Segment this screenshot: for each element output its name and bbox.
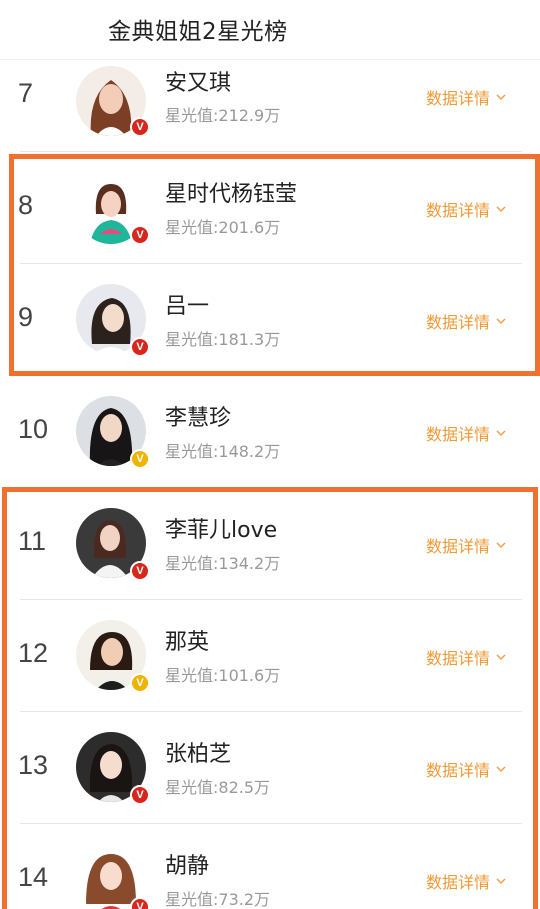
verified-badge-icon: V [130,337,150,357]
data-detail-link[interactable]: 数据详情 [426,421,506,445]
chevron-down-icon [496,654,506,660]
data-detail-link[interactable]: 数据详情 [426,645,506,669]
data-detail-label: 数据详情 [426,761,491,780]
data-detail-label: 数据详情 [426,89,491,108]
chevron-down-icon [496,878,506,884]
chevron-down-icon [496,766,506,772]
chevron-down-icon [496,94,506,100]
celebrity-name[interactable]: 李慧珍 [165,400,231,432]
rank-number: 13 [18,750,49,780]
verified-badge-icon: V [130,897,150,909]
rank-number: 12 [18,638,49,668]
celebrity-name[interactable]: 吕一 [165,288,209,320]
celebrity-name[interactable]: 张柏芝 [165,736,231,768]
data-detail-link[interactable]: 数据详情 [426,85,506,109]
rank-number: 14 [18,862,49,892]
verified-badge-icon: V [130,561,150,581]
rank-number: 8 [18,190,34,220]
verified-badge-icon: V [130,225,150,245]
ranking-row[interactable]: 9 V 吕一 星光值:181.3万 数据详情 [0,264,540,376]
ranking-row[interactable]: 11 V 李菲儿love 星光值:134.2万 数据详情 [0,488,540,600]
rank-number: 10 [18,414,49,444]
ranking-row[interactable]: 13 V 张柏芝 星光值:82.5万 数据详情 [0,712,540,824]
star-value: 星光值:148.2万 [165,442,281,461]
celebrity-name[interactable]: 安又琪 [165,65,231,97]
data-detail-link[interactable]: 数据详情 [426,533,506,557]
data-detail-link[interactable]: 数据详情 [426,869,506,893]
celebrity-name[interactable]: 胡静 [165,848,209,880]
star-value: 星光值:73.2万 [165,890,271,909]
star-value: 星光值:134.2万 [165,554,281,573]
rank-number: 11 [18,526,47,556]
celebrity-name[interactable]: 那英 [165,624,209,656]
star-value: 星光值:82.5万 [165,778,271,797]
ranking-row[interactable]: 12 V 那英 星光值:101.6万 数据详情 [0,600,540,712]
data-detail-link[interactable]: 数据详情 [426,309,506,333]
verified-badge-icon: V [130,785,150,805]
verified-badge-icon: V [130,449,150,469]
data-detail-label: 数据详情 [426,425,491,444]
rank-number: 9 [18,302,34,332]
ranking-row[interactable]: 8 V 星时代杨钰莹 星光值:201.6万 数据详情 [0,152,540,264]
data-detail-link[interactable]: 数据详情 [426,757,506,781]
data-detail-label: 数据详情 [426,873,491,892]
star-value: 星光值:212.9万 [165,106,281,125]
data-detail-label: 数据详情 [426,313,491,332]
page-title: 金典姐姐2星光榜 [108,19,288,45]
chevron-down-icon [496,318,506,324]
data-detail-label: 数据详情 [426,201,491,220]
rank-number: 7 [18,78,34,108]
celebrity-name[interactable]: 李菲儿love [165,512,277,544]
page-header: 金典姐姐2星光榜 [0,0,540,60]
verified-badge-icon: V [130,117,150,137]
chevron-down-icon [496,542,506,548]
verified-badge-icon: V [130,673,150,693]
star-value: 星光值:101.6万 [165,666,281,685]
chevron-down-icon [496,206,506,212]
ranking-row[interactable]: 10 V 李慧珍 星光值:148.2万 数据详情 [0,376,540,488]
star-value: 星光值:181.3万 [165,330,281,349]
data-detail-link[interactable]: 数据详情 [426,197,506,221]
star-value: 星光值:201.6万 [165,218,281,237]
data-detail-label: 数据详情 [426,537,491,556]
ranking-row[interactable]: 14 V 胡静 星光值:73.2万 数据详情 [0,824,540,909]
chevron-down-icon [496,430,506,436]
celebrity-name[interactable]: 星时代杨钰莹 [165,176,297,208]
data-detail-label: 数据详情 [426,649,491,668]
